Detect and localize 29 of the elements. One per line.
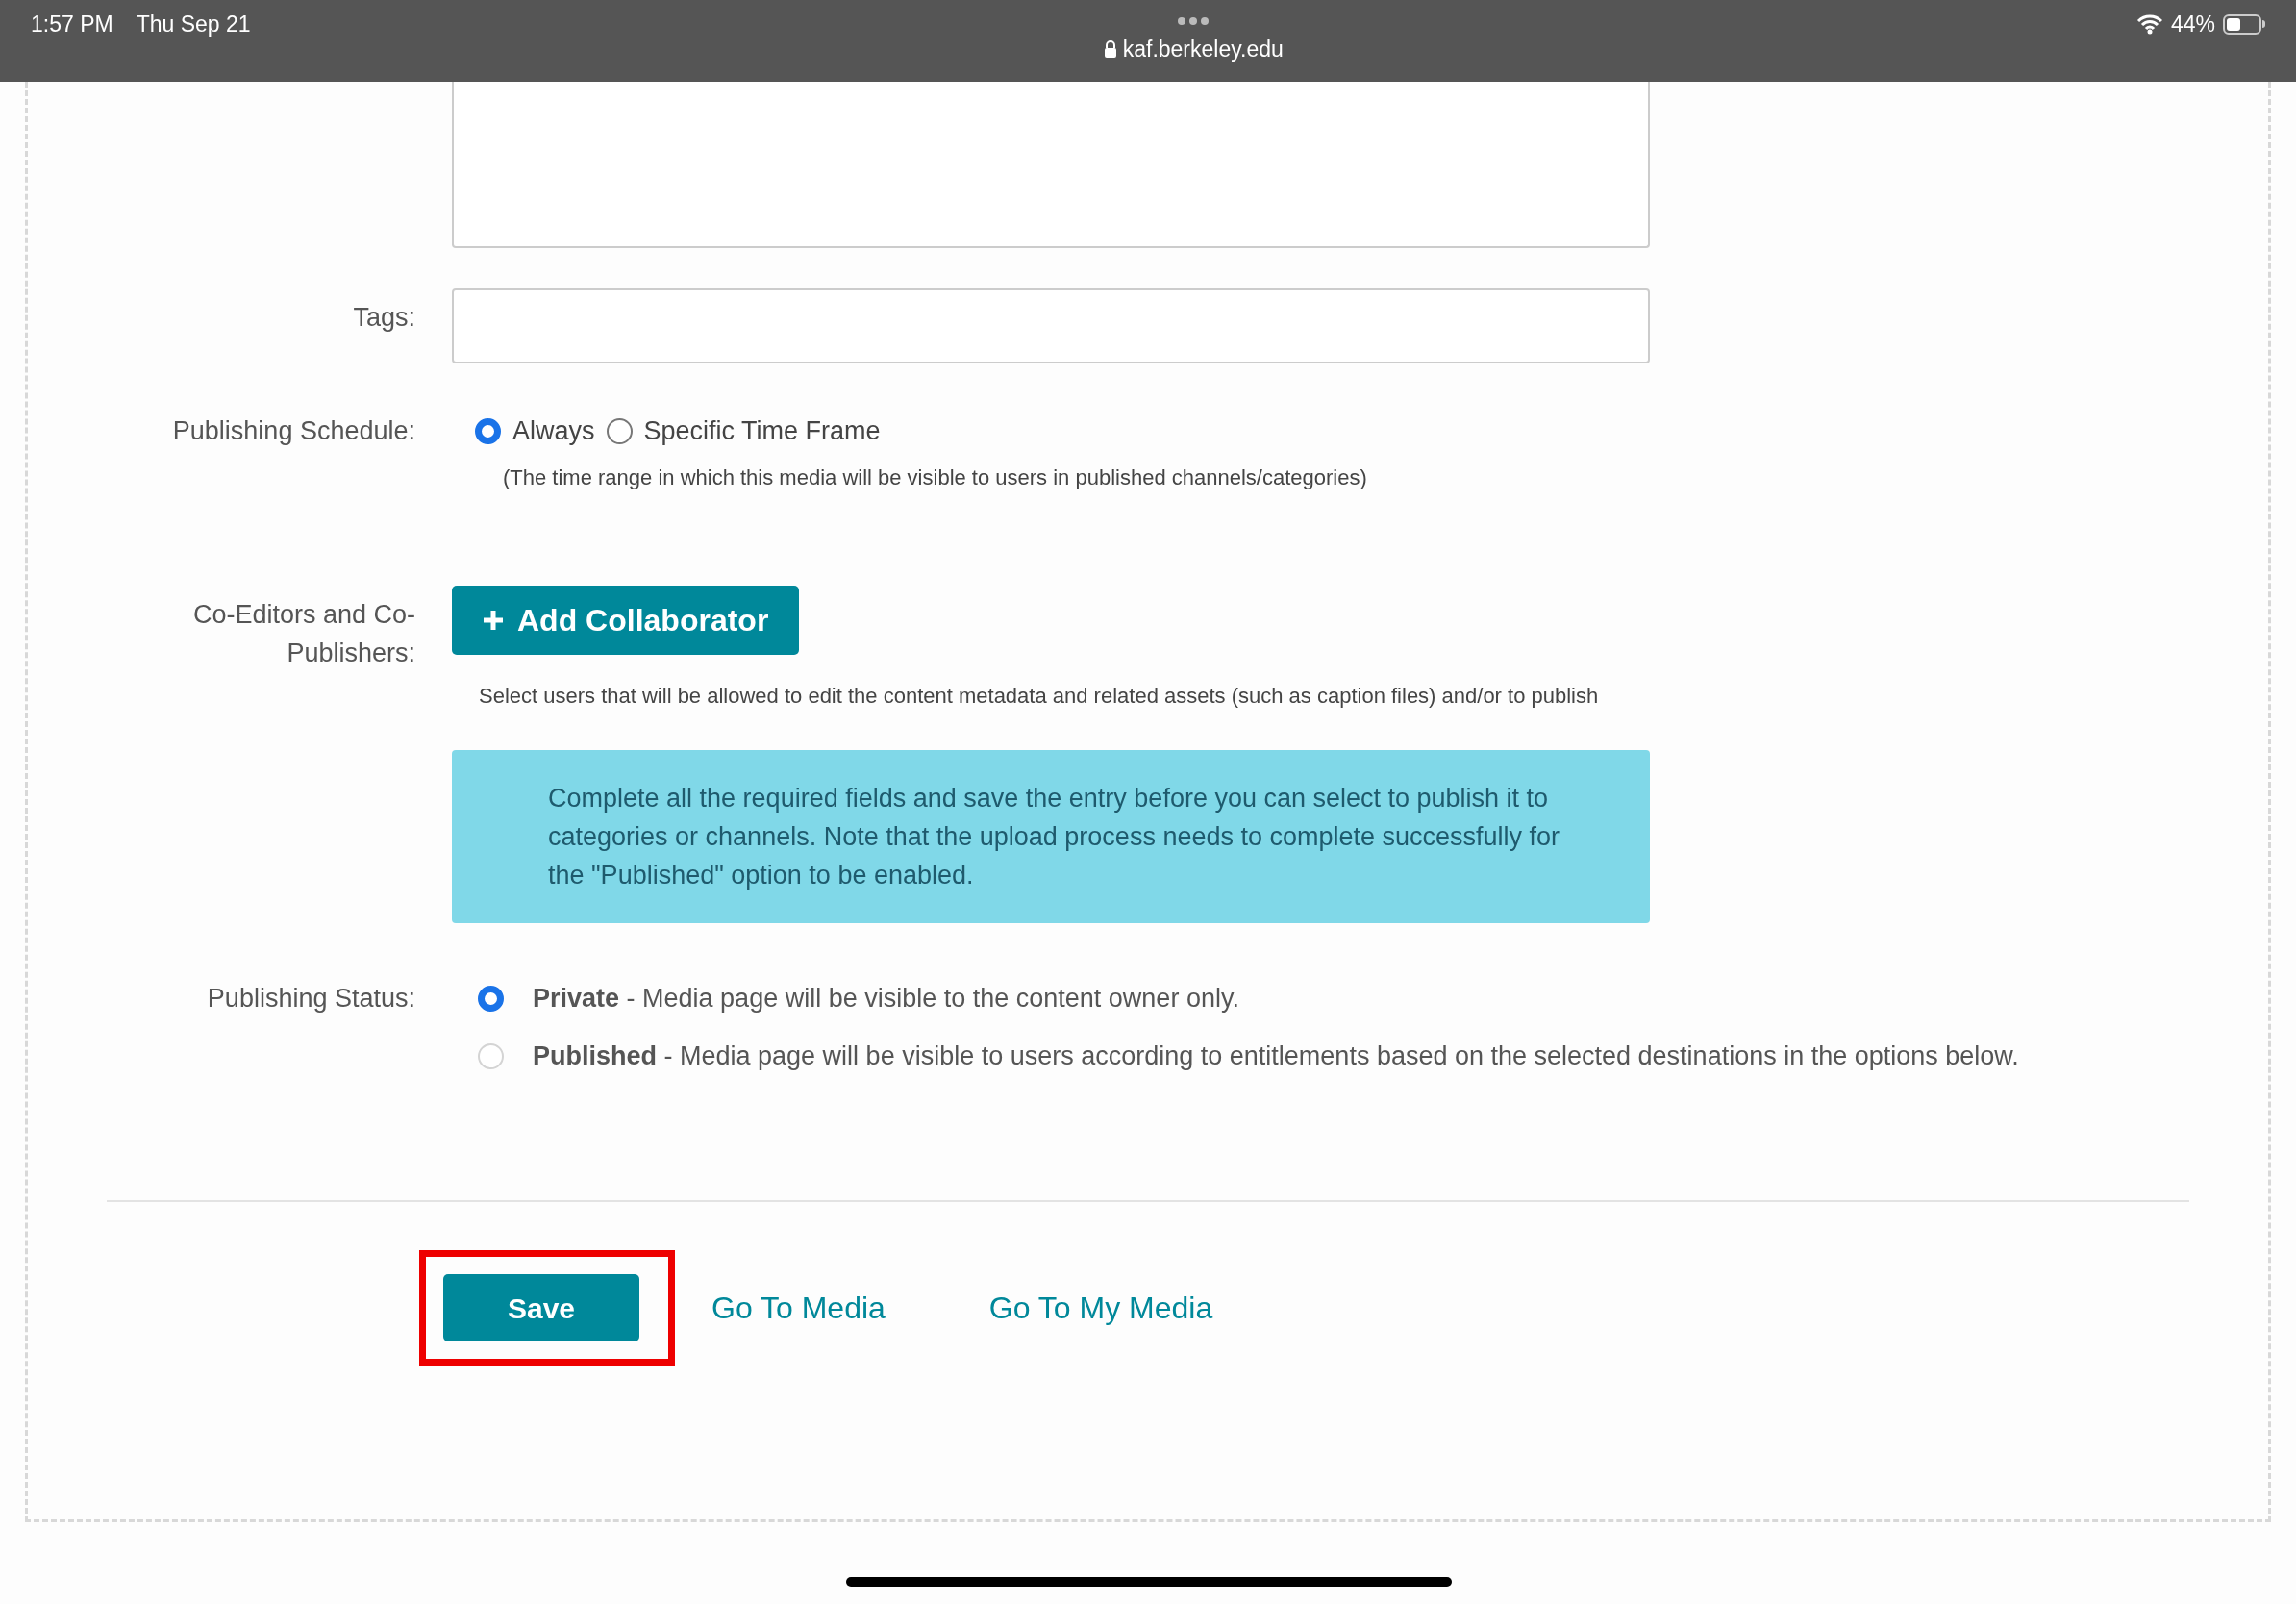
battery-icon [2223,13,2265,35]
publishing-status-label: Publishing Status: [207,984,415,1013]
publishing-schedule-label: Publishing Schedule: [172,416,415,445]
nav-link[interactable]: Go To Media [711,1285,886,1331]
status-date: Thu Sep 21 [136,11,251,38]
battery-percent: 44% [2170,11,2215,38]
status-option-text: Published - Media page will be visible to users according to entitlements based on the selected destinations in the options below. [533,1040,2019,1072]
status-time: 1:57 PM [31,11,113,38]
collaborators-label: Co-Editors and Co-Publishers: [191,599,415,669]
radio-label[interactable]: Specific Time Frame [643,412,881,450]
wifi-icon [2135,13,2163,36]
radio-button[interactable] [475,417,501,444]
radio-button[interactable] [478,985,504,1012]
url-text[interactable]: kaf.berkeley.edu [1122,33,1284,66]
schedule-hint: (The time range in which this media will be visible to users in published channels/categories) [503,464,1367,491]
collaborators-hint: Select users that will be allowed to edit the content metadata and related assets (such as caption files) and/or to publish [479,683,1599,710]
add-collaborator-button[interactable]: Add Collaborator [452,586,800,655]
notice-text: Complete all the required fields and save the entry before you can select to publish it to categories or channels. Note that the upload process needs to complete successfully for the "Published" option to be enabled. [548,783,1561,891]
description-field[interactable] [452,82,1650,248]
nav-link[interactable]: Go To My Media [988,1285,1213,1331]
tags-field[interactable] [452,288,1650,363]
lock-icon [1103,39,1117,59]
tags-label: Tags: [353,303,415,332]
status-option-text: Private - Media page will be visible to the content owner only. [533,983,1239,1015]
radio-button[interactable] [606,417,633,444]
save-button[interactable]: Save [443,1274,639,1341]
plus-icon [483,610,504,631]
more-dots-icon[interactable] [1178,17,1210,25]
radio-label[interactable]: Always [512,412,595,450]
